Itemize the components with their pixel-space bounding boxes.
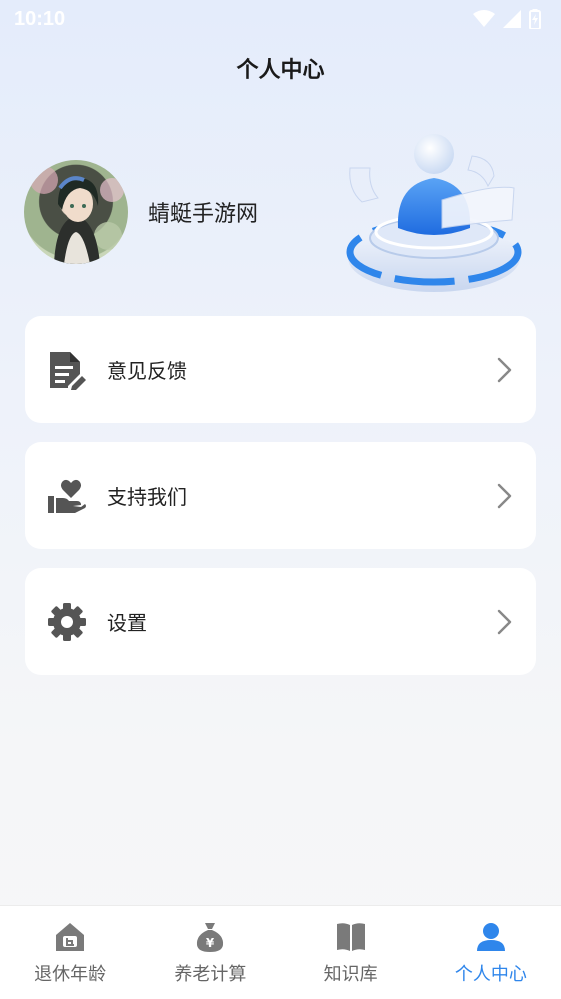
tab-label: 知识库 [323, 964, 378, 985]
tab-retirement-age[interactable]: 退休年龄 [0, 920, 140, 986]
status-time: 10:10 [14, 7, 66, 30]
menu-item-feedback[interactable]: 意见反馈 [25, 316, 536, 423]
menu-item-label: 意见反馈 [107, 359, 187, 383]
menu-item-support[interactable]: 支持我们 [25, 442, 536, 549]
status-bar: 10:10 [0, 0, 561, 38]
chevron-right-icon [497, 609, 512, 634]
battery-icon [529, 9, 541, 29]
tab-label: 退休年龄 [34, 964, 107, 985]
menu-item-label: 支持我们 [107, 485, 187, 509]
chevron-right-icon [497, 357, 512, 382]
avatar[interactable] [24, 160, 128, 264]
svg-text:¥: ¥ [206, 936, 215, 950]
profile-illustration [346, 134, 522, 292]
feedback-document-icon [47, 350, 87, 390]
money-bag-icon: ¥ [193, 920, 227, 954]
menu-item-label: 设置 [107, 611, 147, 635]
tab-label: 养老计算 [174, 964, 247, 985]
book-icon [334, 920, 368, 954]
wifi-icon [473, 10, 495, 27]
menu-item-settings[interactable]: 设置 [25, 568, 536, 675]
tab-label: 个人中心 [454, 964, 527, 985]
bottom-tab-bar: 退休年龄 ¥ 养老计算 知识库 个人中心 [0, 905, 561, 999]
gear-icon [47, 602, 87, 642]
profile-section[interactable]: 蜻蜓手游网 [24, 160, 258, 264]
house-icon [53, 920, 87, 954]
tab-pension-calc[interactable]: ¥ 养老计算 [140, 920, 280, 986]
support-heart-hand-icon [47, 476, 87, 516]
person-icon [474, 920, 508, 954]
username: 蜻蜓手游网 [148, 202, 259, 227]
tab-knowledge-base[interactable]: 知识库 [281, 920, 421, 986]
signal-icon [503, 10, 521, 28]
status-icons [473, 9, 541, 29]
tab-personal-center[interactable]: 个人中心 [421, 920, 561, 986]
page-title: 个人中心 [236, 58, 325, 83]
chevron-right-icon [497, 483, 512, 508]
